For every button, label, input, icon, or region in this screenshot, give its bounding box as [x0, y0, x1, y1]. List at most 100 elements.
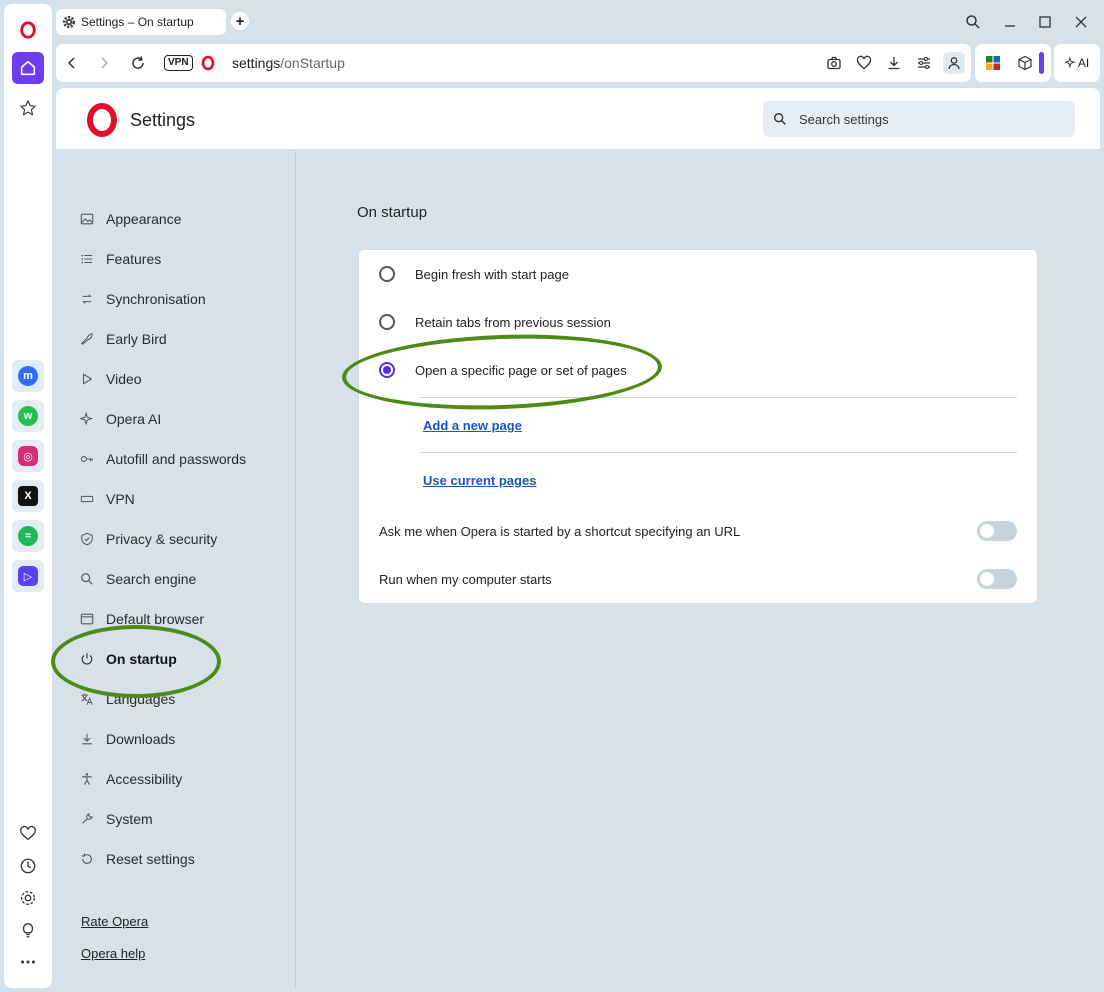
- nav-autofill-passwords[interactable]: Autofill and passwords: [80, 449, 246, 469]
- tab-title: Settings – On startup: [81, 15, 194, 29]
- vpn-badge[interactable]: VPN: [164, 55, 193, 71]
- lightbulb-icon[interactable]: [12, 914, 44, 946]
- back-icon[interactable]: [62, 53, 82, 73]
- option-retain-tabs[interactable]: Retain tabs from previous session: [379, 314, 611, 330]
- search-icon: [81, 573, 93, 585]
- opera-sidebar: m w ◎ X ≈ ▷: [4, 4, 52, 988]
- radio-button[interactable]: [379, 314, 395, 330]
- maximize-icon[interactable]: [1033, 10, 1057, 34]
- settings-nav: Appearance Features Synchronisation Earl…: [56, 151, 296, 988]
- image-icon: [80, 213, 94, 225]
- divider: [419, 397, 1017, 398]
- new-tab-button[interactable]: +: [231, 12, 249, 30]
- extensions-area: [975, 44, 1051, 82]
- reset-icon: [81, 853, 92, 864]
- player-icon[interactable]: ▷: [12, 560, 44, 592]
- sparkle-icon: [1064, 56, 1076, 68]
- download-icon[interactable]: [883, 52, 905, 74]
- bookmarks-star-icon[interactable]: [12, 92, 44, 124]
- search-tabs-icon[interactable]: [961, 10, 985, 34]
- radio-button[interactable]: [379, 266, 395, 282]
- bookmark-heart-icon[interactable]: [853, 52, 875, 74]
- opera-logo-icon: [87, 103, 117, 137]
- option-begin-fresh[interactable]: Begin fresh with start page: [379, 266, 569, 282]
- ask-shortcut-toggle[interactable]: [977, 521, 1017, 541]
- add-new-page-link[interactable]: Add a new page: [423, 418, 522, 433]
- spotify-icon[interactable]: ≈: [12, 520, 44, 552]
- easy-setup-icon[interactable]: [913, 52, 935, 74]
- extensions-cube-icon[interactable]: [1014, 52, 1036, 74]
- reload-icon[interactable]: [128, 53, 148, 73]
- vpn-icon: [80, 495, 94, 503]
- snapshot-camera-icon[interactable]: [823, 52, 845, 74]
- heart-icon[interactable]: [12, 818, 44, 850]
- history-clock-icon[interactable]: [12, 850, 44, 882]
- accessibility-icon: [82, 773, 92, 785]
- section-title: On startup: [357, 204, 428, 221]
- nav-video[interactable]: Video: [80, 369, 142, 389]
- rate-opera-link[interactable]: Rate Opera: [81, 914, 148, 929]
- sidebar-indicator: [1039, 52, 1044, 74]
- more-dots-icon[interactable]: [12, 946, 44, 978]
- shield-icon: [81, 532, 93, 546]
- nav-search-engine[interactable]: Search engine: [80, 569, 196, 589]
- nav-accessibility[interactable]: Accessibility: [80, 769, 182, 789]
- settings-header: Settings Search settings: [56, 88, 1100, 150]
- nav-appearance[interactable]: Appearance: [80, 209, 182, 229]
- sync-icon: [82, 294, 92, 304]
- use-current-pages-link[interactable]: Use current pages: [423, 473, 536, 488]
- minimize-icon[interactable]: [998, 10, 1022, 34]
- bird-icon: [81, 333, 93, 345]
- address-bar: VPN settings/onStartup: [56, 44, 971, 82]
- home-icon[interactable]: [12, 52, 44, 84]
- toggle-row-ask-shortcut: Ask me when Opera is started by a shortc…: [379, 521, 1017, 541]
- nav-downloads[interactable]: Downloads: [80, 729, 175, 749]
- sparkle-icon: [80, 412, 94, 426]
- list-icon: [81, 254, 93, 264]
- url-field[interactable]: settings/onStartup: [232, 55, 345, 71]
- ai-label: AI: [1077, 56, 1090, 70]
- nav-reset-settings[interactable]: Reset settings: [80, 849, 195, 869]
- option-specific-pages[interactable]: Open a specific page or set of pages: [379, 362, 627, 378]
- messenger-icon[interactable]: m: [12, 360, 44, 392]
- opera-site-icon: [198, 53, 218, 73]
- profile-icon[interactable]: [943, 52, 965, 74]
- search-placeholder: Search settings: [799, 111, 889, 127]
- search-settings-input[interactable]: Search settings: [763, 101, 1075, 137]
- settings-gear-icon[interactable]: [12, 882, 44, 914]
- download-icon: [82, 733, 92, 745]
- close-icon[interactable]: [1069, 10, 1093, 34]
- nav-synchronisation[interactable]: Synchronisation: [80, 289, 206, 309]
- wrench-icon: [82, 813, 93, 824]
- key-icon: [80, 456, 94, 462]
- extension-squares-icon[interactable]: [982, 52, 1004, 74]
- nav-early-bird[interactable]: Early Bird: [80, 329, 167, 349]
- whatsapp-icon[interactable]: w: [12, 400, 44, 432]
- tab-settings[interactable]: Settings – On startup: [56, 9, 226, 35]
- ai-button[interactable]: AI: [1054, 44, 1100, 82]
- radio-button-selected[interactable]: [379, 362, 395, 378]
- translate-icon: [81, 693, 93, 705]
- startup-options-card: Begin fresh with start page Retain tabs …: [358, 249, 1038, 604]
- nav-privacy-security[interactable]: Privacy & security: [80, 529, 217, 549]
- gear-icon: [62, 15, 76, 29]
- opera-logo-icon[interactable]: [12, 14, 44, 46]
- search-icon: [774, 113, 786, 125]
- nav-on-startup[interactable]: On startup: [80, 649, 177, 669]
- power-icon: [81, 653, 93, 665]
- forward-icon[interactable]: [94, 53, 114, 73]
- nav-vpn[interactable]: VPN: [80, 489, 135, 509]
- divider: [419, 452, 1017, 453]
- run-on-start-toggle[interactable]: [977, 569, 1017, 589]
- window-icon: [80, 613, 94, 625]
- nav-system[interactable]: System: [80, 809, 153, 829]
- nav-default-browser[interactable]: Default browser: [80, 609, 204, 629]
- nav-languages[interactable]: Languages: [80, 689, 175, 709]
- instagram-icon[interactable]: ◎: [12, 440, 44, 472]
- nav-opera-ai[interactable]: Opera AI: [80, 409, 161, 429]
- nav-features[interactable]: Features: [80, 249, 161, 269]
- toggle-row-run-on-start: Run when my computer starts: [379, 569, 1017, 589]
- play-icon: [82, 373, 92, 385]
- opera-help-link[interactable]: Opera help: [81, 946, 145, 961]
- x-twitter-icon[interactable]: X: [12, 480, 44, 512]
